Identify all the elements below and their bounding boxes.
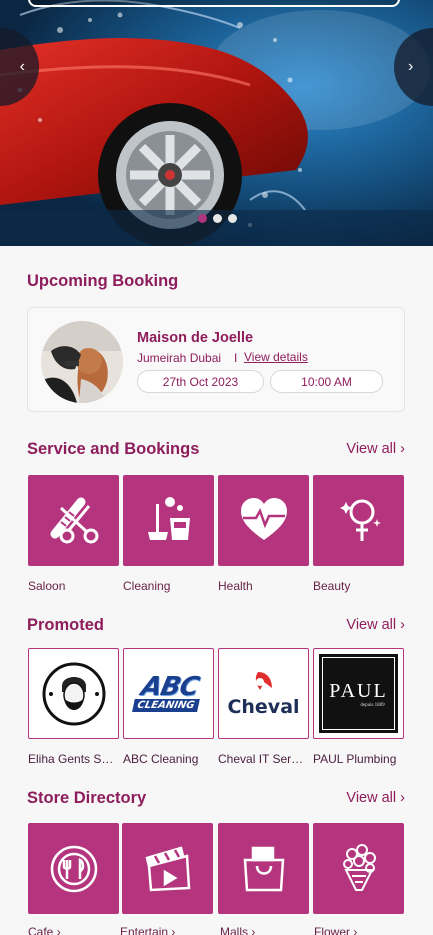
promo-card-paul[interactable]: PAUL depuis 1889 [313, 648, 404, 739]
bouquet-icon [342, 843, 376, 891]
eliha-salon-logo [42, 662, 105, 725]
clapperboard-icon [144, 845, 190, 891]
salon-photo [41, 321, 123, 403]
chevron-right-icon: › [353, 925, 358, 935]
location-separator: I [234, 351, 238, 365]
promoted-section-title: Promoted [27, 616, 105, 634]
chevron-right-icon: › [408, 58, 414, 75]
booking-time-pill: 10:00 AM [270, 370, 383, 393]
paul-logo: PAUL depuis 1889 [319, 654, 398, 733]
chevron-right-icon: › [400, 617, 405, 633]
abc-cleaning-logo: ABC CLEANING [132, 672, 205, 712]
promo-card-eliha[interactable] [28, 648, 119, 739]
chevron-right-icon: › [56, 925, 61, 935]
chevron-right-icon: › [171, 925, 176, 935]
directory-tile-cafe[interactable] [28, 823, 119, 914]
upcoming-booking-title: Upcoming Booking [27, 272, 179, 290]
service-tile-cleaning[interactable] [123, 475, 214, 566]
directory-tile-malls[interactable] [218, 823, 309, 914]
chevron-left-icon: ‹ [19, 58, 25, 75]
view-details-link[interactable]: View details [244, 350, 308, 364]
search-bar-edge[interactable] [28, 0, 400, 7]
mirror-sparkle-icon [339, 499, 381, 541]
services-view-all-link[interactable]: View all › [346, 441, 405, 457]
heartbeat-icon [240, 497, 287, 540]
promo-label-cheval: Cheval IT Services [218, 752, 308, 766]
booking-date-pill: 27th Oct 2023 [137, 370, 264, 393]
promo-label-eliha: Eliha Gents Saloon [28, 752, 118, 766]
store-directory-title: Store Directory [27, 789, 147, 807]
carousel-indicators [198, 214, 237, 223]
upcoming-booking-card[interactable]: Maison de Joelle Jumeirah Dubai I View d… [27, 307, 405, 412]
chevron-right-icon: › [400, 441, 405, 457]
chevron-right-icon: › [251, 925, 256, 935]
booking-location: Jumeirah Dubai [137, 351, 222, 365]
directory-tile-flower[interactable] [313, 823, 404, 914]
promo-card-cheval[interactable]: Cheval [218, 648, 309, 739]
chevron-right-icon: › [400, 790, 405, 806]
cheval-logo: Cheval [227, 670, 300, 717]
service-label-health: Health [218, 579, 253, 593]
scissors-comb-icon [50, 497, 98, 543]
service-tile-saloon[interactable] [28, 475, 119, 566]
service-label-cleaning: Cleaning [123, 579, 171, 593]
directory-view-all-link[interactable]: View all › [346, 790, 405, 806]
service-tile-beauty[interactable] [313, 475, 404, 566]
carousel-dot-3[interactable] [228, 214, 237, 223]
directory-tile-entertain[interactable] [122, 823, 213, 914]
directory-label-entertain: Entertain › [120, 925, 210, 935]
cleaning-bucket-icon [147, 496, 190, 540]
directory-label-flower: Flower › [314, 925, 404, 935]
promo-card-abc-cleaning[interactable]: ABC CLEANING [123, 648, 214, 739]
directory-label-cafe: Cafe › [28, 925, 118, 935]
carousel-dot-2[interactable] [213, 214, 222, 223]
service-label-beauty: Beauty [313, 579, 351, 593]
promoted-view-all-link[interactable]: View all › [346, 617, 405, 633]
service-label-saloon: Saloon [28, 579, 66, 593]
carousel-dot-1[interactable] [198, 214, 207, 223]
promo-label-paul: PAUL Plumbing [313, 752, 397, 766]
service-tile-health[interactable] [218, 475, 309, 566]
hero-carousel[interactable]: ‹ › [0, 0, 433, 246]
car-wash-banner-image [0, 0, 433, 246]
services-section-title: Service and Bookings [27, 440, 200, 458]
booking-venue-name: Maison de Joelle [137, 330, 254, 346]
directory-label-malls: Malls › [220, 925, 310, 935]
promo-label-abc: ABC Cleaning [123, 752, 199, 766]
shopping-bag-icon [243, 846, 284, 891]
plate-cutlery-icon [50, 845, 97, 892]
